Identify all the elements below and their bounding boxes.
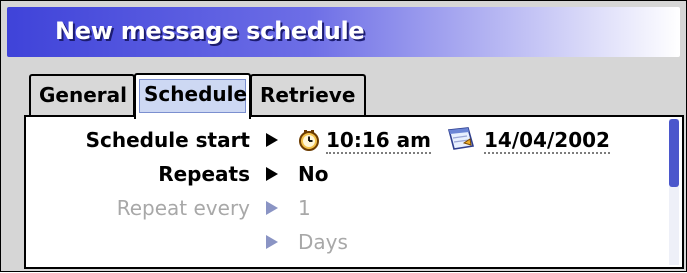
calendar-icon[interactable] (446, 126, 476, 152)
schedule-start-arrow-icon[interactable] (266, 133, 278, 147)
repeat-every-arrow-icon (266, 201, 278, 215)
repeats-value[interactable]: No (298, 157, 328, 191)
schedule-start-date-value: 14/04/2002 (484, 128, 610, 154)
tab-general-label: General (39, 83, 127, 107)
tab-retrieve-label: Retrieve (260, 83, 356, 107)
schedule-start-time-value: 10:16 am (326, 128, 431, 154)
schedule-start-label: Schedule start (85, 128, 250, 152)
repeat-every-value: 1 (298, 196, 311, 220)
tab-schedule[interactable]: Schedule (134, 73, 251, 119)
schedule-start-date[interactable]: 14/04/2002 (484, 123, 610, 157)
repeat-every-label: Repeat every (116, 196, 250, 220)
clock-icon[interactable] (298, 129, 320, 151)
scrollbar[interactable] (669, 119, 679, 265)
tab-general[interactable]: General (29, 74, 135, 116)
repeat-unit-arrow-icon (266, 235, 278, 249)
title-bar: New message schedule (7, 7, 680, 57)
repeats-label: Repeats (158, 162, 250, 186)
repeat-unit-value: Days (298, 230, 348, 254)
scrollbar-thumb[interactable] (669, 119, 679, 187)
schedule-start-time[interactable]: 10:16 am (326, 123, 431, 157)
tab-retrieve[interactable]: Retrieve (250, 74, 366, 116)
tab-schedule-label: Schedule (144, 82, 248, 106)
schedule-panel: Schedule start 10:16 am 14/04/2002 Repea… (24, 115, 684, 269)
repeats-arrow-icon[interactable] (266, 167, 278, 181)
dialog-window: New message schedule General Schedule Re… (0, 0, 687, 272)
window-title: New message schedule (55, 17, 365, 45)
